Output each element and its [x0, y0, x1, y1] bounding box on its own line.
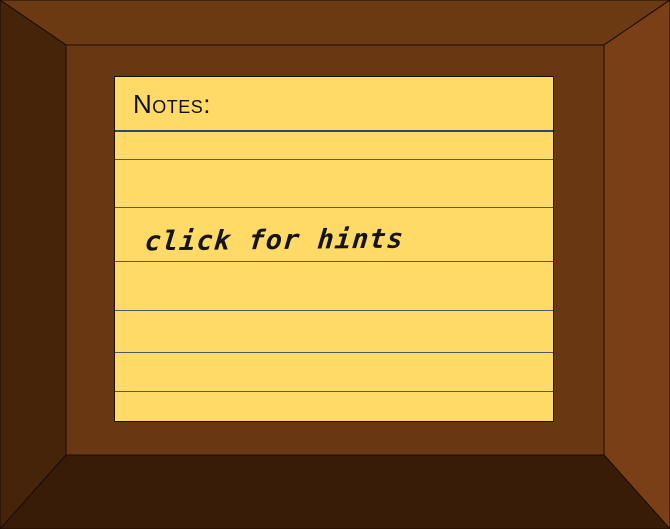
notes-ruled-line	[115, 159, 553, 160]
frame-bottom-bevel	[0, 454, 670, 529]
hint-link[interactable]: click for hints	[143, 224, 405, 258]
notes-card[interactable]: Notes: click for hints	[114, 76, 554, 422]
notes-title-rule	[115, 130, 553, 132]
frame-right-bevel	[603, 0, 670, 529]
notes-ruled-line	[115, 261, 553, 262]
frame-top-bevel	[0, 0, 670, 46]
notes-ruled-line	[115, 310, 553, 311]
notes-ruled-line	[115, 352, 553, 353]
notes-title: Notes:	[133, 89, 212, 119]
frame-left-bevel	[0, 0, 67, 529]
notes-ruled-line	[115, 391, 553, 392]
notes-ruled-line	[115, 207, 553, 208]
